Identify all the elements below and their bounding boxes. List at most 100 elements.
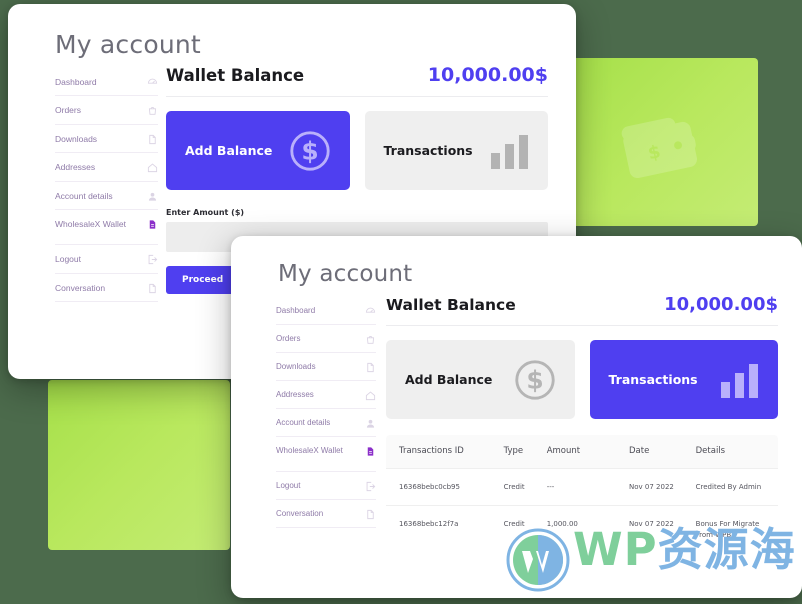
sidebar-item-label: Account details: [55, 190, 113, 201]
sidebar-item-label: Dashboard: [276, 306, 316, 315]
bar-chart-icon: [491, 134, 528, 169]
column-header-date: Date: [629, 446, 650, 456]
proceed-button[interactable]: Proceed: [166, 266, 240, 294]
sidebar-item-addresses[interactable]: Addresses: [276, 390, 376, 409]
sidebar-item-label: WholesaleX Wallet: [55, 219, 127, 230]
cell-transaction-id: 16368bebc0cb95: [386, 467, 504, 506]
sidebar-item-label: Conversation: [276, 509, 324, 518]
account-sidebar: Dashboard Orders Downloads Addresses Acc…: [276, 306, 376, 537]
cell-transaction-id: 16368bebc12f7a: [386, 505, 504, 555]
sidebar-item-downloads[interactable]: Downloads: [276, 362, 376, 381]
cell-amount: 1,000.00: [546, 505, 630, 555]
cell-details: Credited By Admin: [695, 467, 778, 506]
cell-date: Nov 07 2022: [629, 467, 696, 506]
account-card-transactions: My account Dashboard Orders Downloads Ad…: [231, 236, 802, 598]
sidebar-item-label: Downloads: [55, 133, 98, 144]
sidebar-item-account-details[interactable]: Account details: [55, 190, 158, 211]
sidebar-item-label: Orders: [276, 334, 301, 343]
sidebar-item-logout[interactable]: Logout: [55, 254, 158, 274]
sidebar-item-orders[interactable]: Orders: [55, 105, 158, 125]
wallet-tab-tiles: Add Balance $ Transactions: [166, 111, 548, 190]
sidebar-item-label: Downloads: [276, 362, 316, 371]
transactions-table: Transactions ID Type Amount Date Details…: [386, 435, 778, 555]
transactions-table-head: Transactions ID Type Amount Date Details: [386, 435, 778, 468]
sidebar-item-label: WholesaleX Wallet: [276, 446, 343, 455]
wallet-balance-title: Wallet Balance: [166, 66, 305, 85]
sidebar-item-dashboard[interactable]: Dashboard: [55, 77, 158, 97]
transactions-table-body: 16368bebc0cb95 Credit --- Nov 07 2022 Cr…: [386, 467, 778, 555]
bar-chart-icon: [721, 363, 758, 398]
address-home-icon: [365, 391, 376, 401]
downloads-file-icon: [149, 134, 156, 145]
column-header-transactions-id: Transactions ID: [399, 446, 464, 456]
logout-icon: [366, 481, 376, 492]
sidebar-item-downloads[interactable]: Downloads: [55, 133, 158, 154]
wallet-balance-amount: 10,000.00$: [427, 64, 548, 86]
sidebar-item-account-details[interactable]: Account details: [276, 418, 376, 437]
sidebar-item-dashboard[interactable]: Dashboard: [276, 306, 376, 325]
cell-date: Nov 07 2022: [629, 505, 696, 555]
sidebar-item-label: Logout: [55, 254, 81, 265]
sidebar-item-label: Dashboard: [55, 77, 97, 87]
sidebar-item-wholesalex-wallet[interactable]: WholesaleX Wallet: [55, 219, 158, 246]
column-header-amount: Amount: [546, 446, 581, 456]
wallet-icon: $: [621, 117, 698, 179]
dashboard-icon: [147, 78, 158, 84]
column-header-type: Type: [503, 446, 524, 456]
wallet-balance-title: Wallet Balance: [386, 296, 516, 314]
user-icon: [148, 192, 157, 201]
dashboard-icon: [365, 307, 376, 313]
wallet-file-icon: [149, 220, 156, 229]
sidebar-item-label: Orders: [55, 105, 81, 116]
sidebar-item-label: Addresses: [55, 162, 96, 173]
tile-label: Add Balance: [185, 143, 273, 158]
sidebar-item-label: Conversation: [55, 282, 106, 293]
sidebar-item-label: Addresses: [276, 390, 314, 399]
cell-details: Bonus For Migrate From WPB: [695, 505, 778, 555]
address-home-icon: [147, 163, 158, 173]
dollar-coin-icon: $: [514, 359, 555, 400]
svg-text:$: $: [526, 365, 543, 394]
page-title: My account: [278, 261, 413, 287]
dollar-coin-icon: $: [289, 130, 330, 171]
tile-add-balance[interactable]: Add Balance $: [166, 111, 350, 190]
account-main-content: Wallet Balance 10,000.00$ Add Balance $ …: [386, 294, 778, 555]
page-title: My account: [55, 30, 201, 59]
wallet-tab-tiles: Add Balance $ Transactions: [386, 340, 778, 419]
sidebar-item-conversation[interactable]: Conversation: [276, 509, 376, 528]
tile-label: Add Balance: [405, 372, 493, 387]
user-icon: [366, 419, 375, 428]
tile-transactions[interactable]: Transactions: [364, 111, 548, 190]
green-decoration-top-right: $: [572, 58, 758, 226]
sidebar-item-wholesalex-wallet[interactable]: WholesaleX Wallet: [276, 446, 376, 472]
sidebar-item-label: Account details: [276, 418, 331, 427]
sidebar-item-orders[interactable]: Orders: [276, 334, 376, 353]
cell-type: Credit: [503, 505, 547, 555]
tile-add-balance[interactable]: Add Balance $: [386, 340, 575, 419]
svg-text:$: $: [301, 136, 318, 165]
downloads-file-icon: [367, 362, 374, 373]
conversation-icon: [367, 509, 374, 520]
sidebar-item-conversation[interactable]: Conversation: [55, 282, 158, 303]
table-row[interactable]: 16368bebc0cb95 Credit --- Nov 07 2022 Cr…: [386, 467, 778, 506]
orders-bag-icon: [148, 107, 157, 116]
amount-field-label: Enter Amount ($): [166, 208, 245, 217]
tile-transactions[interactable]: Transactions: [589, 340, 778, 419]
table-header-row: Transactions ID Type Amount Date Details: [386, 435, 778, 468]
sidebar-item-logout[interactable]: Logout: [276, 481, 376, 500]
wallet-balance-header: Wallet Balance 10,000.00$: [386, 294, 778, 326]
orders-bag-icon: [366, 336, 375, 344]
sidebar-item-label: Logout: [276, 481, 301, 490]
table-row[interactable]: 16368bebc12f7a Credit 1,000.00 Nov 07 20…: [386, 505, 778, 555]
green-decoration-bottom-left: [48, 380, 230, 550]
tile-label: Transactions: [383, 143, 473, 158]
account-sidebar: Dashboard Orders Downloads Addresses Acc…: [55, 77, 158, 311]
sidebar-item-addresses[interactable]: Addresses: [55, 162, 158, 182]
tile-label: Transactions: [608, 372, 698, 387]
wallet-file-icon: [367, 447, 374, 456]
wallet-balance-header: Wallet Balance 10,000.00$: [166, 64, 548, 97]
column-header-details: Details: [695, 446, 726, 456]
cell-amount: ---: [546, 467, 630, 506]
cell-type: Credit: [503, 467, 547, 506]
logout-icon: [148, 255, 158, 265]
